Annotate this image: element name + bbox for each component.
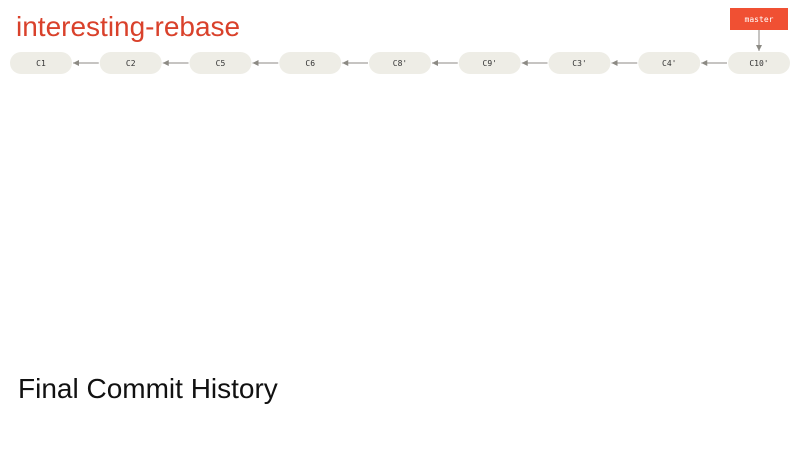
commit-node: C9' xyxy=(458,52,521,74)
figure-caption: Final Commit History xyxy=(18,373,278,404)
commit-node: C4' xyxy=(638,52,701,74)
commit-label: C1 xyxy=(36,59,46,68)
commit-label: C4' xyxy=(662,59,676,68)
commit-node: C6 xyxy=(279,52,342,74)
commit-node: C5 xyxy=(189,52,252,74)
commit-label: C6 xyxy=(305,59,315,68)
commit-label: C8' xyxy=(393,59,407,68)
commit-label: C3' xyxy=(572,59,586,68)
commit-label: C2 xyxy=(126,59,136,68)
commit-node: C2 xyxy=(99,52,162,74)
commit-label: C10' xyxy=(749,59,768,68)
commit-node: C1 xyxy=(10,52,72,74)
commit-node: C8' xyxy=(369,52,431,74)
branch-pointer: master xyxy=(730,8,788,51)
commit-node: C10' xyxy=(728,52,790,74)
commit-node: C3' xyxy=(548,52,611,74)
commit-graph: C1 C2 C5 C6 C8' C9' C3' C4' C10' master xyxy=(10,8,790,74)
commit-label: C9' xyxy=(483,59,497,68)
branch-label: master xyxy=(745,15,774,24)
commit-label: C5 xyxy=(216,59,226,68)
